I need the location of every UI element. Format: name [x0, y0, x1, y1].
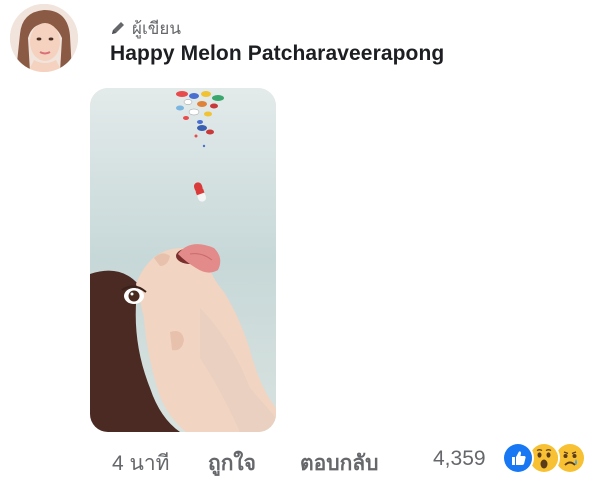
- reaction-count[interactable]: 4,359: [433, 447, 486, 471]
- like-button[interactable]: ถูกใจ: [208, 447, 256, 480]
- author-badge: ผู้เขียน: [110, 17, 181, 39]
- author-name[interactable]: Happy Melon Patcharaveerapong: [110, 42, 444, 66]
- pencil-icon: [110, 20, 126, 36]
- avatar-photo: [10, 4, 78, 72]
- reply-button[interactable]: ตอบกลับ: [300, 447, 379, 480]
- comment-sticker-image[interactable]: [90, 88, 276, 432]
- like-reaction-icon: [502, 442, 534, 474]
- reaction-icons[interactable]: [500, 442, 590, 474]
- avatar[interactable]: [10, 4, 78, 72]
- author-badge-label: ผู้เขียน: [132, 18, 181, 38]
- sticker-illustration: [90, 88, 276, 432]
- comment-actions: 4 นาที ถูกใจ ตอบกลับ 4,359: [0, 441, 600, 477]
- comment-timestamp[interactable]: 4 นาที: [112, 447, 170, 480]
